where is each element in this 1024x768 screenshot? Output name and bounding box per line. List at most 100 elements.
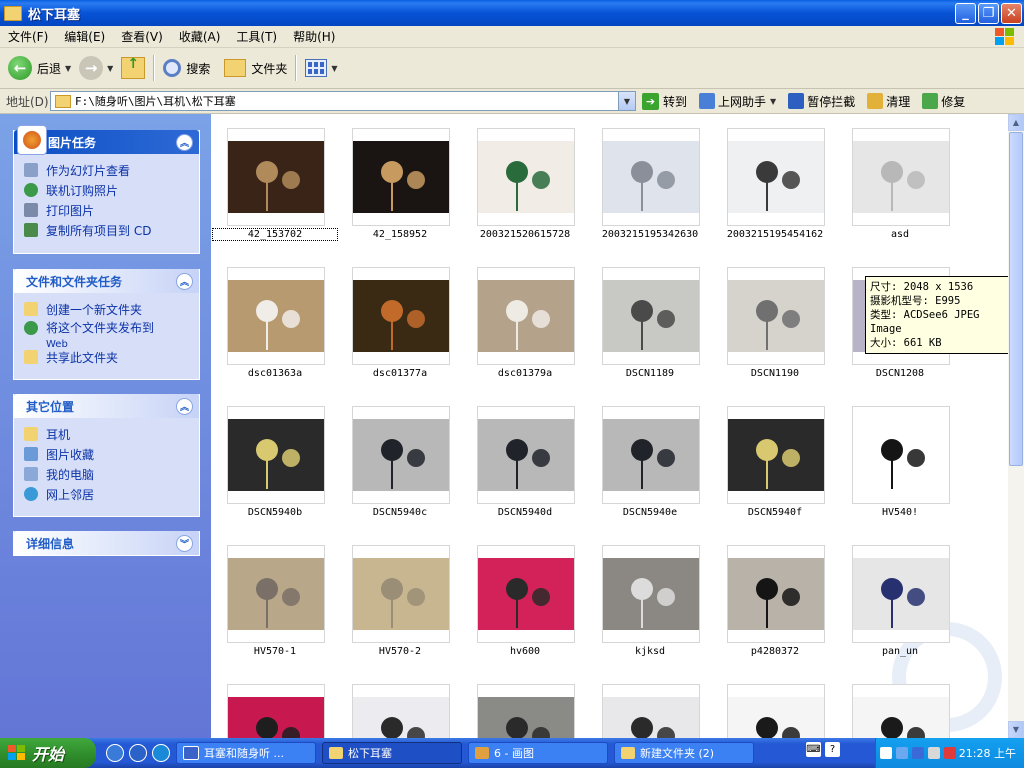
expand-chevron-icon[interactable]: ︾: [176, 534, 193, 552]
file-name[interactable]: asd: [838, 229, 962, 240]
back-button[interactable]: ← 后退 ▼: [8, 52, 71, 84]
thumbnail[interactable]: [477, 684, 575, 738]
minimize-button[interactable]: _: [955, 3, 976, 24]
thumbnail[interactable]: [227, 406, 325, 504]
scroll-down-button[interactable]: ▼: [1008, 721, 1024, 738]
file-name[interactable]: 42_153702: [212, 228, 338, 241]
scroll-up-button[interactable]: ▲: [1008, 114, 1024, 131]
thumbnail[interactable]: [852, 684, 950, 738]
file-name[interactable]: p4280372: [713, 646, 837, 657]
thumbnail[interactable]: [602, 545, 700, 643]
search-button[interactable]: 搜索: [163, 52, 210, 84]
address-dropdown-icon[interactable]: ▼: [618, 92, 635, 110]
thumbnail[interactable]: [727, 128, 825, 226]
task-button[interactable]: 耳塞和随身听 ...: [176, 742, 316, 764]
thumbnail[interactable]: [352, 128, 450, 226]
task-button[interactable]: 新建文件夹 (2): [614, 742, 754, 764]
task-button[interactable]: 6 - 画图: [468, 742, 608, 764]
place-earphones[interactable]: 耳机: [24, 424, 199, 444]
thumbnail[interactable]: [352, 684, 450, 738]
file-name[interactable]: HV570-1: [213, 646, 337, 657]
file-name[interactable]: DSCN1208: [838, 368, 962, 379]
file-name[interactable]: DSCN1190: [713, 368, 837, 379]
thumbnail[interactable]: [227, 684, 325, 738]
thumbnail[interactable]: [852, 545, 950, 643]
task-copy-cd[interactable]: 复制所有项目到 CD: [24, 220, 199, 240]
thumbnail[interactable]: [727, 545, 825, 643]
thumbnail[interactable]: [727, 684, 825, 738]
help-icon[interactable]: ?: [825, 742, 840, 757]
pause-block-button[interactable]: 暂停拦截: [788, 93, 855, 110]
file-name[interactable]: hv600: [463, 646, 587, 657]
thumbnail[interactable]: [227, 545, 325, 643]
file-name[interactable]: DSCN5940f: [713, 507, 837, 518]
menu-help[interactable]: 帮助(H): [285, 28, 343, 45]
thumbnail[interactable]: [352, 267, 450, 365]
place-my-computer[interactable]: 我的电脑: [24, 464, 199, 484]
place-network[interactable]: 网上邻居: [24, 484, 199, 504]
task-new-folder[interactable]: 创建一个新文件夹: [24, 299, 199, 319]
address-input[interactable]: F:\随身听\图片\耳机\松下耳塞 ▼: [50, 91, 636, 111]
thumbnail[interactable]: [602, 128, 700, 226]
file-name[interactable]: DSCN5940e: [588, 507, 712, 518]
thumbnail[interactable]: [477, 128, 575, 226]
task-print[interactable]: 打印图片: [24, 200, 199, 220]
close-button[interactable]: ✕: [1001, 3, 1022, 24]
file-name[interactable]: pan_un: [838, 646, 962, 657]
thumbnail[interactable]: [352, 406, 450, 504]
go-button[interactable]: ➔ 转到: [642, 92, 687, 110]
thumbnail[interactable]: [227, 128, 325, 226]
tray-icon[interactable]: [880, 747, 892, 759]
tray-icon[interactable]: [896, 747, 908, 759]
scrollbar-thumb[interactable]: [1009, 132, 1023, 466]
details-header[interactable]: 详细信息 ︾: [14, 531, 199, 555]
file-tasks-header[interactable]: 文件和文件夹任务 ︽: [14, 269, 199, 293]
forward-dropdown-icon[interactable]: ▼: [107, 64, 113, 73]
thumbnail[interactable]: [852, 128, 950, 226]
file-name[interactable]: dsc01363a: [213, 368, 337, 379]
thumbnail[interactable]: [352, 545, 450, 643]
menu-tools[interactable]: 工具(T): [228, 28, 285, 45]
thumbnail[interactable]: [727, 406, 825, 504]
file-name[interactable]: 42_158952: [338, 229, 462, 240]
network-icon[interactable]: [912, 747, 924, 759]
file-name[interactable]: kjksd: [588, 646, 712, 657]
folders-button[interactable]: 文件夹: [224, 52, 287, 84]
file-name[interactable]: DSCN5940d: [463, 507, 587, 518]
place-my-pictures[interactable]: 图片收藏: [24, 444, 199, 464]
collapse-chevron-icon[interactable]: ︽: [176, 133, 193, 151]
menu-file[interactable]: 文件(F): [0, 28, 56, 45]
thumbnail[interactable]: [602, 267, 700, 365]
antivirus-icon[interactable]: [944, 747, 956, 759]
back-dropdown-icon[interactable]: ▼: [65, 64, 71, 73]
file-name[interactable]: dsc01379a: [463, 368, 587, 379]
collapse-chevron-icon[interactable]: ︽: [176, 397, 193, 415]
task-publish-web[interactable]: 将这个文件夹发布到 Web: [24, 319, 199, 350]
task-order-prints[interactable]: 联机订购照片: [24, 180, 199, 200]
start-button[interactable]: 开始: [0, 738, 96, 768]
thumbnail[interactable]: [477, 267, 575, 365]
thumbnail[interactable]: [727, 267, 825, 365]
task-button-active[interactable]: 松下耳塞: [322, 742, 462, 764]
menu-edit[interactable]: 编辑(E): [56, 28, 113, 45]
thumbnail[interactable]: [227, 267, 325, 365]
file-name[interactable]: 2003215195454162: [713, 229, 837, 240]
views-dropdown-icon[interactable]: ▼: [331, 64, 337, 73]
internet-helper-dropdown-icon[interactable]: ▼: [770, 97, 776, 106]
up-folder-button[interactable]: ↑: [121, 52, 146, 84]
other-places-header[interactable]: 其它位置 ︽: [14, 394, 199, 418]
thumbnail-view[interactable]: 42_153702 42_158952 200321520615728 2003215…: [211, 114, 1008, 738]
vertical-scrollbar[interactable]: ▲ ▼: [1008, 114, 1024, 738]
file-name[interactable]: HV570-2: [338, 646, 462, 657]
file-name[interactable]: DSCN5940c: [338, 507, 462, 518]
file-name[interactable]: DSCN1189: [588, 368, 712, 379]
thumbnail[interactable]: [477, 406, 575, 504]
restore-button[interactable]: ❐: [978, 3, 999, 24]
clean-button[interactable]: 清理: [867, 93, 910, 110]
thumbnail[interactable]: [602, 684, 700, 738]
ie-icon[interactable]: [152, 744, 170, 762]
file-name[interactable]: HV540!: [838, 507, 962, 518]
thumbnail[interactable]: [852, 406, 950, 504]
file-name[interactable]: dsc01377a: [338, 368, 462, 379]
task-share-folder[interactable]: 共享此文件夹: [24, 347, 199, 367]
